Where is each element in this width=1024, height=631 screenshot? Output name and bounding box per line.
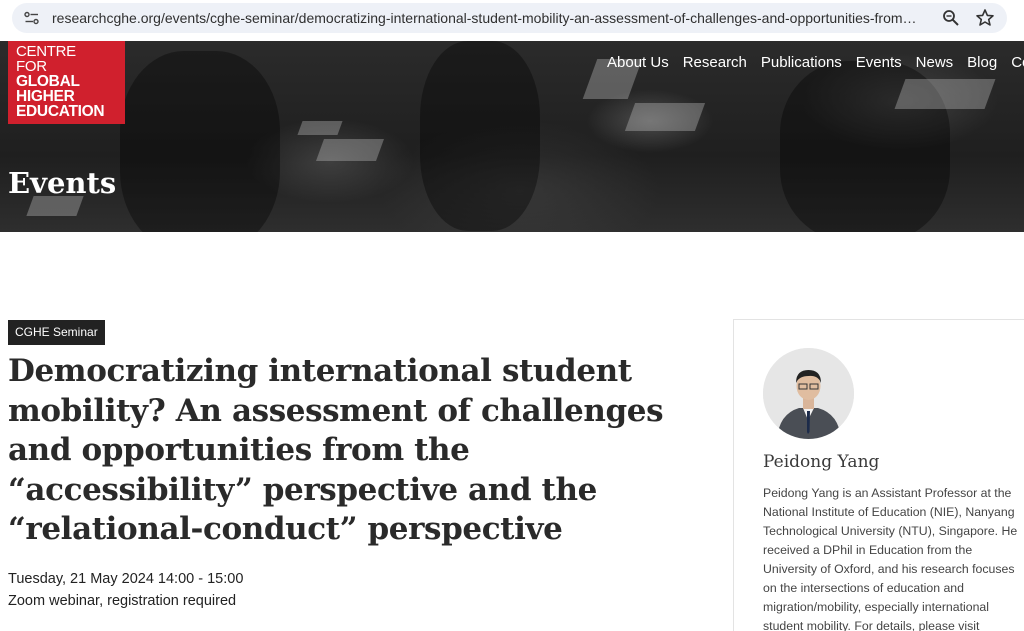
- hero-photo-shadow: [120, 51, 280, 232]
- nav-item-contact[interactable]: Cor: [1011, 54, 1024, 71]
- event-datetime: Tuesday, 21 May 2024 14:00 - 15:00: [8, 571, 244, 587]
- hero-photo-shadow: [420, 41, 540, 231]
- logo-text: EDUCATION: [16, 103, 105, 120]
- main-nav: About Us Research Publications Events Ne…: [607, 54, 1024, 71]
- page-title: Events: [8, 166, 117, 200]
- nav-item-blog[interactable]: Blog: [967, 54, 997, 71]
- event-title: Democratizing international student mobi…: [8, 353, 664, 547]
- logo-text: CENTRE: [16, 43, 76, 60]
- category-badge[interactable]: CGHE Seminar: [8, 320, 105, 345]
- nav-item-news[interactable]: News: [916, 54, 954, 71]
- cghe-logo[interactable]: CENTRE FOR GLOBAL HIGHER EDUCATION: [8, 41, 125, 124]
- logo-text: GLOBAL: [16, 73, 80, 90]
- hero-photo-paper: [624, 103, 706, 131]
- speaker-avatar: [763, 348, 854, 439]
- zoom-icon[interactable]: [942, 9, 960, 27]
- hero-photo-paper: [315, 139, 385, 161]
- hero-photo-paper: [297, 121, 343, 135]
- speaker-name: Peidong Yang: [763, 452, 880, 472]
- nav-item-publications[interactable]: Publications: [761, 54, 842, 71]
- url-text[interactable]: researchcghe.org/events/cghe-seminar/dem…: [52, 10, 952, 26]
- hero-banner: CENTRE FOR GLOBAL HIGHER EDUCATION About…: [0, 41, 1024, 232]
- speaker-bio: Peidong Yang is an Assistant Professor a…: [763, 486, 1018, 631]
- event-location: Zoom webinar, registration required: [8, 593, 237, 609]
- nav-item-events[interactable]: Events: [856, 54, 902, 71]
- nav-item-research[interactable]: Research: [683, 54, 747, 71]
- logo-text: FOR: [16, 58, 47, 75]
- address-bar[interactable]: researchcghe.org/events/cghe-seminar/dem…: [12, 3, 1007, 33]
- bookmark-star-icon[interactable]: [975, 8, 995, 28]
- nav-item-about-us[interactable]: About Us: [607, 54, 669, 71]
- site-info-icon[interactable]: [24, 11, 40, 25]
- logo-text: HIGHER: [16, 88, 75, 105]
- hero-photo-paper: [894, 79, 996, 109]
- speaker-card: Peidong Yang Peidong Yang is an Assistan…: [733, 319, 1024, 631]
- browser-toolbar: researchcghe.org/events/cghe-seminar/dem…: [0, 0, 1024, 37]
